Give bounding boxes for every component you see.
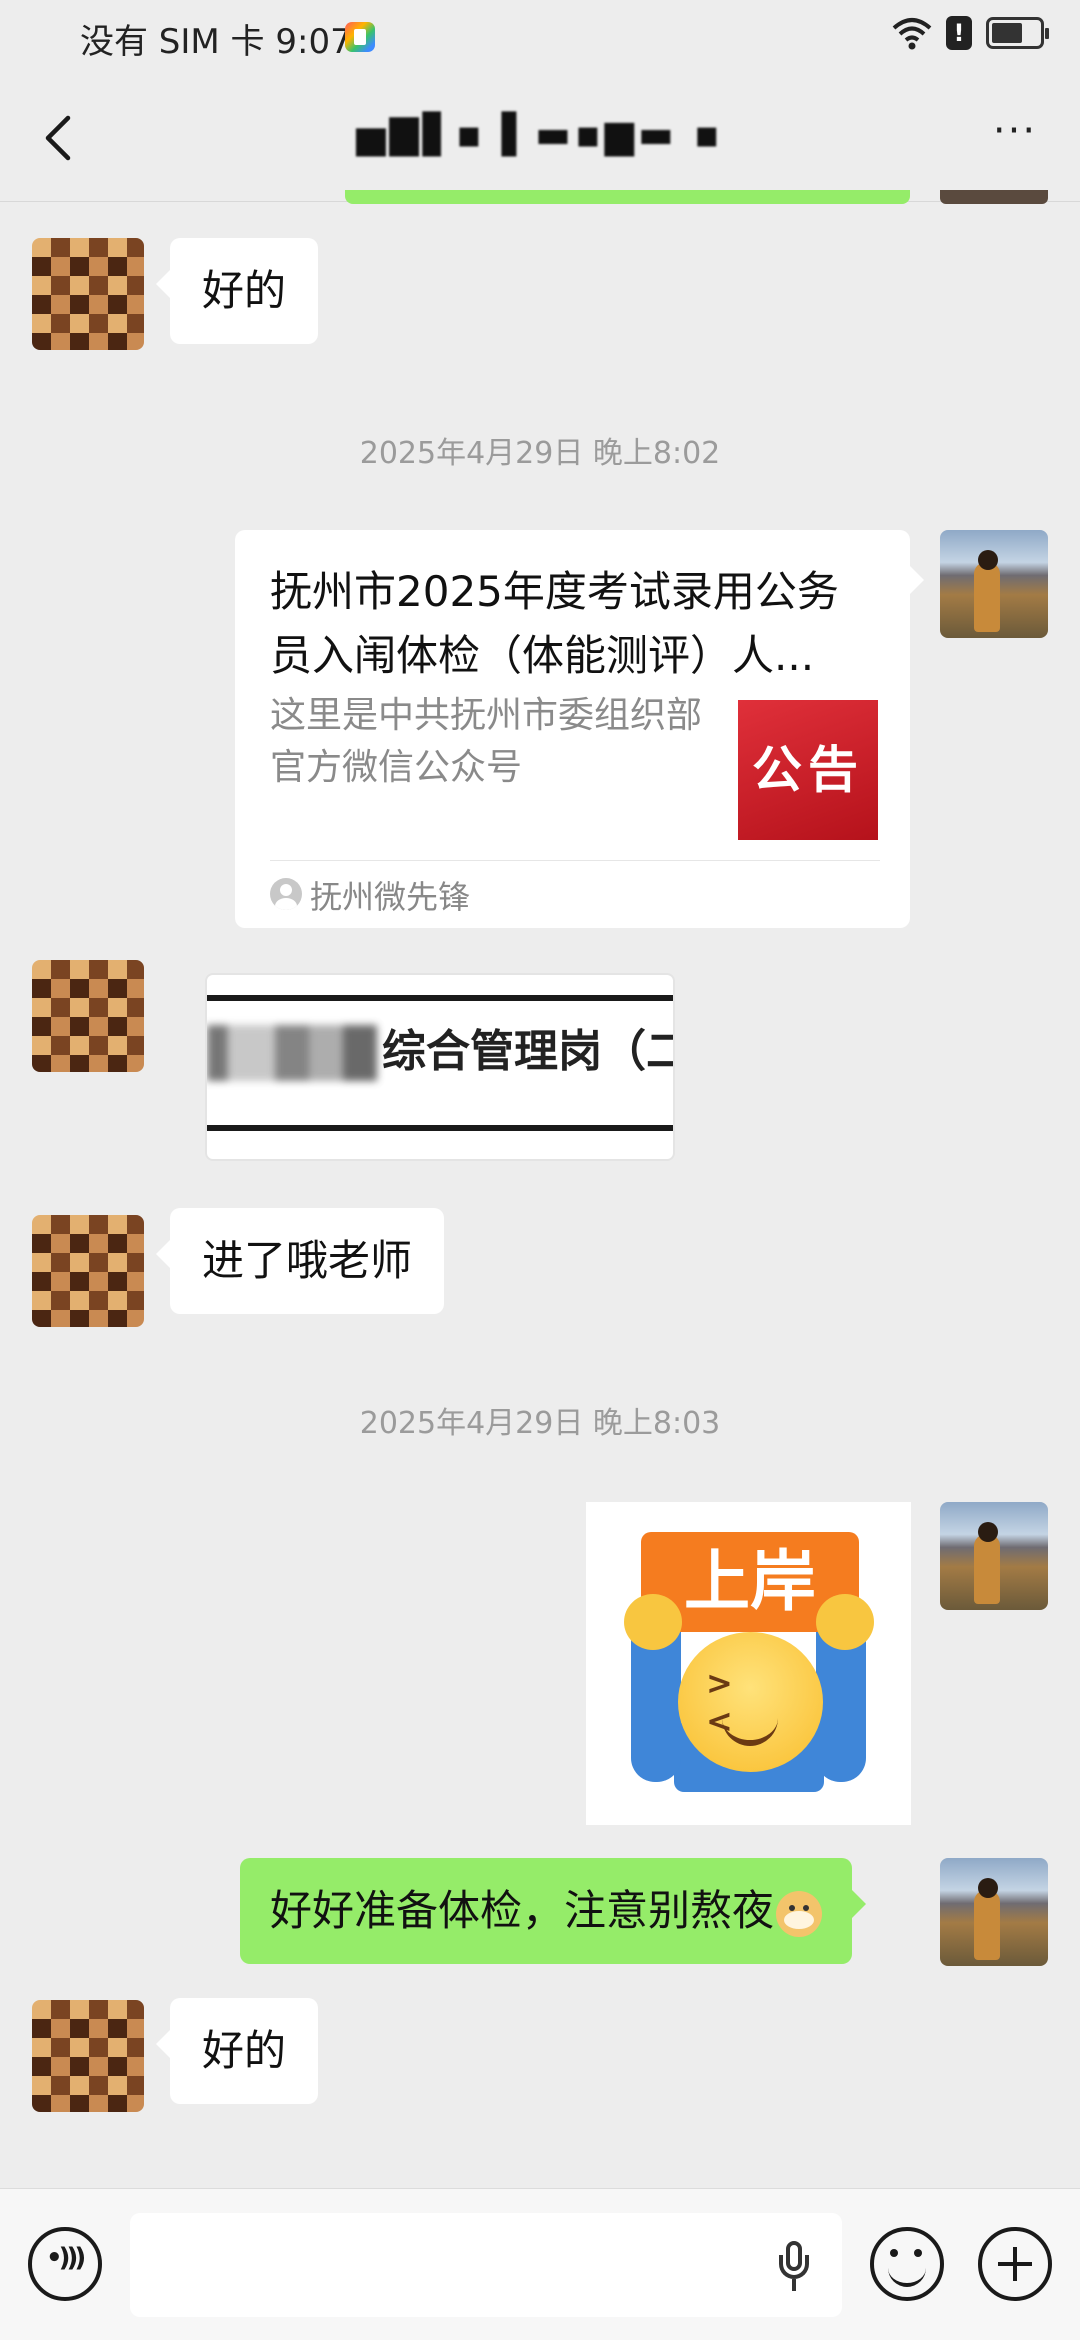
- message-timestamp: 2025年4月29日 晚上8:02: [359, 436, 721, 471]
- message-bubble-sent[interactable]: 好好准备体检，注意别熬夜: [240, 1858, 867, 1964]
- message-timestamp: 2025年4月29日 晚上8:03: [359, 1406, 721, 1441]
- article-source: 抚州微先锋: [310, 878, 471, 916]
- self-avatar[interactable]: [940, 530, 1048, 638]
- message-input[interactable]: [130, 2213, 842, 2317]
- sticker-hand: [624, 1594, 682, 1650]
- image-redacted-text: [207, 1025, 377, 1081]
- chat-title: ▅▇▋▪ ▌▬▪▆▬ ▪: [356, 112, 724, 156]
- chat-input-bar: [0, 2188, 1080, 2340]
- image-border-line: [207, 995, 673, 1001]
- previous-message-bubble[interactable]: [345, 190, 910, 204]
- sticker-message[interactable]: 上岸: [586, 1502, 911, 1825]
- sticker-hand: [816, 1594, 874, 1650]
- image-border-line: [207, 1125, 673, 1131]
- message-text: 好好准备体检，注意别熬夜: [270, 1886, 775, 1935]
- chat-header: ▅▇▋▪ ▌▬▪▆▬ ▪ ···: [0, 72, 1080, 202]
- contact-avatar[interactable]: [32, 960, 144, 1072]
- image-visible-text: 综合管理岗（二: [382, 1026, 675, 1077]
- message-bubble-received[interactable]: 好的: [155, 1998, 319, 2104]
- plus-icon[interactable]: [978, 2227, 1052, 2301]
- article-card[interactable]: 抚州市2025年度考试录用公务员入闱体检（体能测评）人... 这里是中共抚州市委…: [235, 530, 924, 928]
- self-avatar[interactable]: [940, 1502, 1048, 1610]
- more-icon[interactable]: ···: [980, 111, 1050, 162]
- app-notification-icon: [345, 22, 375, 52]
- contact-avatar[interactable]: [32, 1215, 144, 1327]
- article-thumbnail: 公告: [738, 700, 878, 840]
- article-title: 抚州市2025年度考试录用公务员入闱体检（体能测评）人...: [270, 567, 839, 680]
- image-message[interactable]: 综合管理岗（二: [205, 973, 675, 1161]
- emoji-icon[interactable]: [870, 2227, 944, 2301]
- status-carrier-time: 没有 SIM 卡 9:07: [80, 22, 352, 62]
- battery-charging-icon: [986, 17, 1049, 49]
- contact-avatar[interactable]: [32, 238, 144, 350]
- message-bubble-received[interactable]: 好的: [155, 238, 319, 344]
- self-avatar[interactable]: [940, 1858, 1048, 1966]
- wifi-icon: [892, 18, 932, 50]
- voice-icon[interactable]: [28, 2227, 102, 2301]
- message-bubble-received[interactable]: 进了哦老师: [155, 1208, 445, 1314]
- divider: [270, 860, 880, 861]
- official-account-icon: [270, 878, 302, 910]
- sticker-face: [678, 1632, 823, 1772]
- alert-icon: !: [946, 16, 972, 50]
- mic-icon[interactable]: [777, 2241, 811, 2291]
- self-avatar[interactable]: [940, 190, 1048, 204]
- status-bar: 没有 SIM 卡 9:07 !: [0, 0, 1080, 72]
- dog-emoji-icon: [776, 1890, 823, 1937]
- article-description: 这里是中共抚州市委组织部官方微信公众号: [270, 695, 703, 788]
- back-icon[interactable]: [30, 102, 90, 172]
- contact-avatar[interactable]: [32, 2000, 144, 2112]
- status-icons: !: [892, 16, 1049, 50]
